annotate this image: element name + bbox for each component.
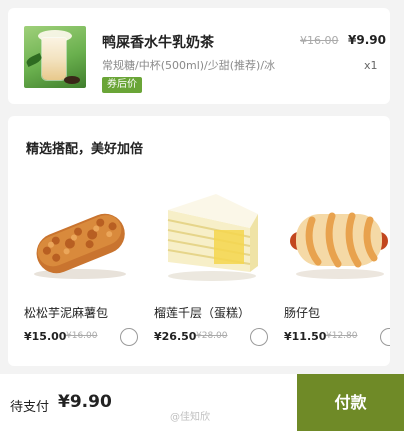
select-radio[interactable] [120,328,138,346]
addon-original-price: ¥28.00 [196,331,228,341]
product-spec: 常规糖/中杯(500ml)/少甜(推荐)/冰 [102,59,276,72]
milk-tea-product-image [24,26,86,88]
addon-name: 松松芋泥麻薯包 [24,306,109,320]
addon-item[interactable]: 松松芋泥麻薯包 ¥15.00 ¥16.00 [24,170,142,360]
discounted-price: ¥9.90 [348,33,386,47]
checkout-bar: 待支付 ¥9.90 @佳知欣 付款 [0,374,404,431]
coupon-price-tag: 券后价 [102,77,142,93]
addon-recommendations: 精选搭配，美好加倍 松松芋泥麻薯包 ¥15.00 ¥16.00 榴莲千层（蛋糕）… [8,116,390,366]
quantity: x1 [364,59,378,72]
sausage-bun-image [290,212,388,279]
select-radio[interactable] [250,328,268,346]
product-name: 鸭屎香水牛乳奶茶 [102,35,214,51]
addon-item[interactable]: 榴莲千层（蛋糕） ¥26.50 ¥28.00 [154,170,272,360]
addon-original-price: ¥12.80 [326,331,358,341]
addon-price: ¥26.50 [154,330,197,343]
addon-name: 肠仔包 [284,306,321,320]
durian-crepe-cake-image [167,194,258,281]
section-title: 精选搭配，美好加倍 [26,142,144,157]
watermark: @佳知欣 [170,412,210,423]
pay-amount: ¥9.90 [58,392,112,412]
pay-label: 待支付 [10,400,50,415]
addon-price: ¥11.50 [284,330,327,343]
addon-item[interactable]: 肠仔包 ¥11.50 ¥12.80 [284,170,390,360]
pork-floss-bread-image [34,213,126,279]
addon-price: ¥15.00 [24,330,67,343]
addon-name: 榴莲千层（蛋糕） [154,306,251,320]
order-item-card: 鸭屎香水牛乳奶茶 常规糖/中杯(500ml)/少甜(推荐)/冰 券后价 ¥16.… [8,8,390,104]
select-radio[interactable] [380,328,390,346]
addon-original-price: ¥16.00 [66,331,98,341]
original-price: ¥16.00 [300,34,339,47]
pay-button[interactable]: 付款 [297,374,404,431]
